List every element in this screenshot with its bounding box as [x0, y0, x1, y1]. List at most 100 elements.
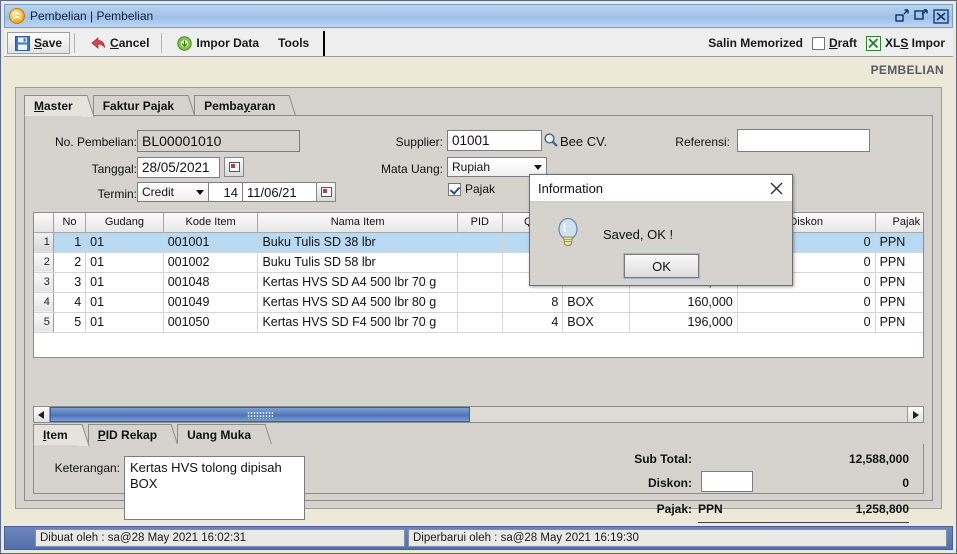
tab-master-label: Master: [34, 99, 73, 113]
row-header-cell[interactable]: 3: [34, 272, 54, 293]
grid-horizontal-scrollbar[interactable]: [33, 406, 924, 423]
cell-gudang[interactable]: 01: [85, 252, 164, 273]
no-pembelian-field[interactable]: BL00001010: [137, 130, 300, 152]
cell-kode[interactable]: 001001: [163, 232, 259, 253]
col-nama-item[interactable]: Nama Item: [257, 213, 458, 233]
restore-icon[interactable]: [895, 9, 910, 23]
salin-memorized-button[interactable]: Salin Memorized: [708, 36, 803, 50]
cell-satuan[interactable]: BOX: [562, 292, 631, 313]
lower-panel: Keterangan: Kertas HVS tolong dipisah BO…: [33, 444, 924, 549]
pajak-checkbox-box[interactable]: [448, 182, 461, 196]
cell-pajak[interactable]: PPN: [875, 272, 923, 293]
termin-calendar-button[interactable]: [316, 182, 336, 202]
row-header-cell[interactable]: 5: [34, 312, 54, 333]
cell-pid[interactable]: [457, 252, 503, 273]
toolbar-separator-3: [323, 30, 326, 56]
sub-total-value: 12,588,000: [848, 452, 909, 466]
termin-due-field[interactable]: 11/06/21: [242, 182, 326, 202]
toolbar-separator-2: [161, 33, 163, 53]
cell-pajak[interactable]: PPN: [875, 292, 923, 313]
col-kode-item[interactable]: Kode Item: [163, 213, 259, 233]
cell-pajak[interactable]: PPN: [875, 312, 923, 333]
tab-faktur-pajak[interactable]: Faktur Pajak: [92, 95, 196, 117]
dialog-ok-button[interactable]: OK: [623, 253, 700, 279]
cell-qty[interactable]: 8: [502, 292, 564, 313]
cell-diskon[interactable]: 0: [737, 292, 876, 313]
tab-item[interactable]: Item: [33, 424, 90, 446]
tab-pembayaran[interactable]: Pembayaran: [194, 95, 298, 117]
row-header-cell[interactable]: 1: [34, 232, 54, 253]
cell-diskon[interactable]: 0: [737, 312, 876, 333]
save-button[interactable]: Save: [7, 32, 71, 54]
termin-type-combo[interactable]: Credit: [137, 182, 209, 202]
maximize-icon[interactable]: [914, 9, 929, 23]
cell-pid[interactable]: [457, 272, 503, 293]
pajak-checkbox[interactable]: Pajak: [448, 182, 495, 196]
scrollbar-track[interactable]: [50, 407, 907, 422]
cell-pid[interactable]: [457, 292, 503, 313]
cell-gudang[interactable]: 01: [85, 312, 164, 333]
cell-kode[interactable]: 001050: [163, 312, 259, 333]
tools-button[interactable]: Tools: [270, 32, 317, 54]
cell-pid[interactable]: [457, 232, 503, 253]
scroll-right-button[interactable]: [907, 407, 923, 422]
cell-nama[interactable]: Kertas HVS SD F4 500 lbr 70 g: [257, 312, 458, 333]
row-header-cell[interactable]: 4: [34, 292, 54, 313]
scroll-left-button[interactable]: [34, 407, 50, 422]
termin-days-field[interactable]: 14: [208, 182, 243, 202]
impor-data-button[interactable]: Impor Data: [169, 32, 267, 54]
cell-no[interactable]: 4: [53, 292, 87, 313]
supplier-name: Bee CV.: [560, 134, 608, 149]
tanggal-calendar-button[interactable]: [224, 157, 244, 177]
table-row[interactable]: 4 4 01 001049 Kertas HVS SD A4 500 lbr 80 g8…: [34, 292, 923, 313]
draft-checkbox-box[interactable]: [811, 36, 825, 50]
referensi-field[interactable]: [737, 129, 870, 152]
close-icon[interactable]: [933, 9, 949, 24]
cell-gudang[interactable]: 01: [85, 292, 164, 313]
cell-nama[interactable]: Kertas HVS SD A4 500 lbr 70 g: [257, 272, 458, 293]
col-gudang[interactable]: Gudang: [85, 213, 164, 233]
cell-no[interactable]: 3: [53, 272, 87, 293]
row-header-cell[interactable]: 2: [34, 252, 54, 273]
diskon-value: 0: [902, 476, 909, 490]
keterangan-field[interactable]: Kertas HVS tolong dipisah BOX: [124, 456, 305, 520]
cell-kode[interactable]: 001048: [163, 272, 259, 293]
cell-harga[interactable]: 196,000: [629, 312, 738, 333]
cell-pid[interactable]: [457, 312, 503, 333]
cell-qty[interactable]: 4: [502, 312, 564, 333]
cell-kode[interactable]: 001002: [163, 252, 259, 273]
col-pid[interactable]: PID: [457, 213, 503, 233]
draft-checkbox[interactable]: Draft: [811, 36, 857, 50]
close-icon[interactable]: [768, 180, 784, 196]
supplier-lookup-button[interactable]: [540, 130, 562, 150]
tanggal-field[interactable]: 28/05/2021: [137, 157, 220, 178]
xls-impor-button[interactable]: XLS Impor: [865, 35, 945, 51]
diskon-input[interactable]: [701, 471, 753, 492]
col-no[interactable]: No: [53, 213, 87, 233]
cell-harga[interactable]: 160,000: [629, 292, 738, 313]
cell-no[interactable]: 2: [53, 252, 87, 273]
cancel-button[interactable]: Cancel: [82, 32, 157, 54]
tab-master[interactable]: Master: [24, 95, 95, 117]
undo-arrow-icon: [91, 37, 106, 49]
cell-nama[interactable]: Buku Tulis SD 38 lbr: [257, 232, 458, 253]
cell-pajak[interactable]: PPN: [875, 232, 923, 253]
dialog-titlebar: Information: [530, 175, 792, 202]
cell-kode[interactable]: 001049: [163, 292, 259, 313]
table-row[interactable]: 5 5 01 001050 Kertas HVS SD F4 500 lbr 70 g4…: [34, 312, 923, 333]
cell-nama[interactable]: Kertas HVS SD A4 500 lbr 80 g: [257, 292, 458, 313]
cell-no[interactable]: 5: [53, 312, 87, 333]
tab-pid-rekap[interactable]: PID Rekap: [87, 424, 179, 446]
supplier-code-field[interactable]: 01001: [447, 130, 542, 151]
cell-gudang[interactable]: 01: [85, 272, 164, 293]
impor-data-label: Impor Data: [196, 36, 260, 50]
cell-pajak[interactable]: PPN: [875, 252, 923, 273]
cell-nama[interactable]: Buku Tulis SD 58 lbr: [257, 252, 458, 273]
scrollbar-thumb[interactable]: [50, 407, 470, 422]
tab-uang-muka[interactable]: Uang Muka: [177, 424, 273, 446]
col-pajak[interactable]: Pajak: [875, 213, 923, 233]
cell-no[interactable]: 1: [53, 232, 87, 253]
scrollbar-grip-icon: [246, 411, 273, 418]
cell-gudang[interactable]: 01: [85, 232, 164, 253]
cell-satuan[interactable]: BOX: [562, 312, 631, 333]
